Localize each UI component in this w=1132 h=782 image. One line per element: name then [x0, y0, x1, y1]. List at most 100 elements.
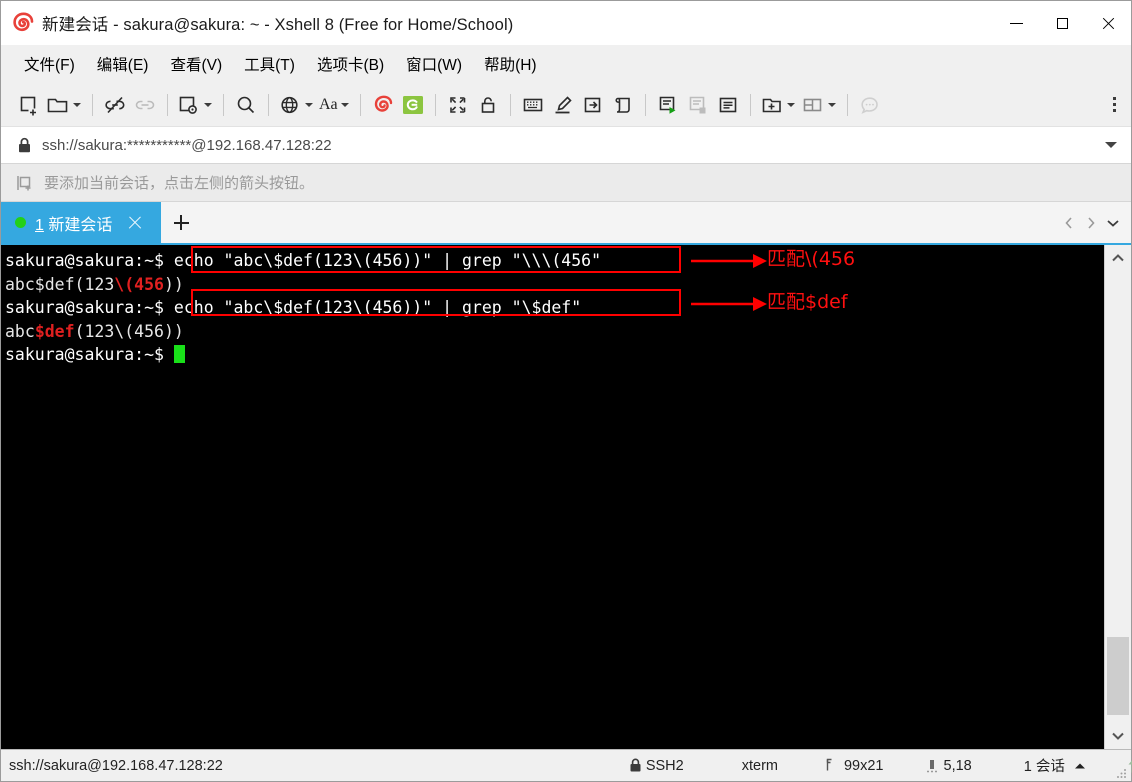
log-start-button[interactable] — [653, 90, 683, 120]
session-properties-icon — [179, 96, 197, 114]
log-stop-icon — [689, 96, 706, 113]
new-session-button[interactable] — [14, 90, 44, 120]
terminal-line: sakura@sakura:~$ echo "abc\$def(123\(456… — [5, 249, 1104, 273]
add-pane-icon — [762, 98, 781, 112]
split-layout-icon — [803, 98, 821, 111]
tab-list-button[interactable] — [1103, 208, 1123, 238]
disconnect-icon — [105, 96, 125, 113]
menu-window[interactable]: 窗口(W) — [397, 49, 471, 79]
log-stop-button[interactable] — [683, 90, 713, 120]
scrollbar-thumb[interactable] — [1107, 637, 1129, 715]
status-security-label: SSH2 — [645, 757, 684, 774]
chevron-up-icon — [1112, 254, 1124, 262]
chevron-down-icon — [340, 102, 349, 107]
output-text: abc — [5, 321, 35, 341]
toolbar-separator — [749, 93, 751, 116]
xshell-button[interactable] — [368, 90, 398, 120]
log-view-icon — [719, 97, 736, 112]
open-session-button[interactable] — [44, 90, 85, 120]
minimize-icon — [1009, 22, 1023, 24]
highlight-pen-icon — [555, 95, 572, 113]
chevron-down-icon — [1112, 732, 1124, 740]
split-layout-button[interactable] — [799, 90, 840, 120]
window-controls — [993, 1, 1131, 45]
menu-bar: 文件(F) 编辑(E) 查看(V) 工具(T) 选项卡(B) 窗口(W) 帮助(… — [1, 45, 1131, 83]
highlight-button[interactable] — [548, 90, 578, 120]
status-cursor-label: 5,18 — [943, 757, 972, 774]
keyboard-button[interactable] — [518, 90, 548, 120]
chevron-down-icon — [204, 102, 212, 107]
open-folder-icon — [47, 98, 68, 112]
reconnect-link-button[interactable] — [130, 90, 160, 120]
address-bar[interactable]: ssh://sakura:***********@192.168.47.128:… — [1, 126, 1131, 164]
script-button[interactable] — [608, 90, 638, 120]
xftp-icon — [402, 95, 423, 114]
disconnect-button[interactable] — [100, 90, 130, 120]
xshell-spiral-logo — [12, 12, 34, 34]
xshell-window: 新建会话 - sakura@sakura: ~ - Xshell 8 (Free… — [0, 0, 1132, 782]
toolbar-separator — [223, 93, 224, 116]
tab-session-1[interactable]: 1 新建会话 — [1, 202, 161, 243]
menu-edit[interactable]: 编辑(E) — [88, 49, 158, 79]
terminal-cursor — [173, 345, 185, 363]
chevron-down-icon — [827, 102, 836, 107]
status-cursor: 5,18 — [926, 758, 972, 774]
new-tab-button[interactable] — [161, 202, 201, 243]
lock-icon — [17, 137, 32, 154]
caret-up-icon — [1074, 763, 1085, 768]
find-button[interactable] — [231, 90, 261, 120]
terminal-line: sakura@sakura:~$ — [5, 343, 1104, 367]
scroll-up-button[interactable] — [1105, 245, 1131, 271]
send-key-button[interactable] — [578, 90, 608, 120]
window-title: 新建会话 - sakura@sakura: ~ - Xshell 8 (Free… — [42, 16, 514, 34]
xshell-logo-icon — [374, 95, 392, 112]
tab-next-button[interactable] — [1081, 208, 1101, 238]
status-sessions[interactable]: 1 会话 — [1024, 755, 1087, 776]
globe-icon — [281, 96, 298, 113]
shell-prompt: sakura@sakura:~$ — [5, 298, 174, 317]
address-input[interactable]: ssh://sakura:***********@192.168.47.128:… — [42, 137, 332, 154]
chat-button[interactable] — [855, 90, 885, 120]
scroll-down-button[interactable] — [1105, 723, 1131, 749]
menu-file[interactable]: 文件(F) — [15, 49, 84, 79]
lock-button[interactable] — [473, 90, 503, 120]
terminal-scrollbar[interactable] — [1104, 245, 1131, 749]
terminal-line: abc$def(123\(456)) — [5, 273, 1104, 297]
address-dropdown-button[interactable] — [1105, 142, 1117, 148]
resize-grip-icon[interactable] — [1115, 766, 1127, 778]
minimize-button[interactable] — [993, 1, 1039, 45]
annotation-match-456: 匹配\(456 — [767, 248, 856, 270]
menu-tools[interactable]: 工具(T) — [235, 49, 304, 79]
tab-prev-button[interactable] — [1059, 208, 1079, 238]
toolbar-overflow-button[interactable] — [1103, 89, 1125, 119]
add-pane-button[interactable] — [758, 90, 799, 120]
fullscreen-button[interactable] — [443, 90, 473, 120]
menu-tabs[interactable]: 选项卡(B) — [308, 49, 393, 79]
font-size-button[interactable]: Aa — [317, 90, 353, 120]
menu-help[interactable]: 帮助(H) — [475, 49, 546, 79]
toolbar-separator — [509, 93, 511, 116]
chevron-down-icon — [1107, 219, 1119, 227]
terminal-command: echo "abc\$def(123\(456))" | grep "\\\(4… — [173, 251, 602, 270]
close-button[interactable] — [1085, 1, 1131, 45]
log-view-button[interactable] — [713, 90, 743, 120]
chevron-down-icon — [73, 102, 81, 107]
xftp-button[interactable] — [398, 90, 428, 120]
hint-text: 要添加当前会话，点击左侧的箭头按钮。 — [44, 175, 315, 192]
scrollbar-track[interactable] — [1105, 271, 1131, 723]
maximize-button[interactable] — [1039, 1, 1085, 45]
toolbar-separator — [359, 93, 361, 116]
session-properties-button[interactable] — [175, 90, 216, 120]
status-term-type: xterm — [741, 757, 778, 774]
close-icon — [1102, 17, 1115, 30]
tab-title: 新建会话 — [48, 216, 113, 234]
new-session-icon — [20, 96, 38, 116]
menu-view[interactable]: 查看(V) — [161, 49, 231, 79]
log-start-icon — [659, 96, 676, 114]
tab-close-button[interactable] — [126, 214, 144, 232]
encoding-button[interactable] — [276, 90, 317, 120]
output-text: (123\(456)) — [74, 321, 184, 341]
terminal-output[interactable]: sakura@sakura:~$ echo "abc\$def(123\(456… — [1, 245, 1104, 749]
terminal-line: sakura@sakura:~$ echo "abc\$def(123\(456… — [5, 296, 1104, 320]
tab-navigation — [1059, 202, 1123, 243]
